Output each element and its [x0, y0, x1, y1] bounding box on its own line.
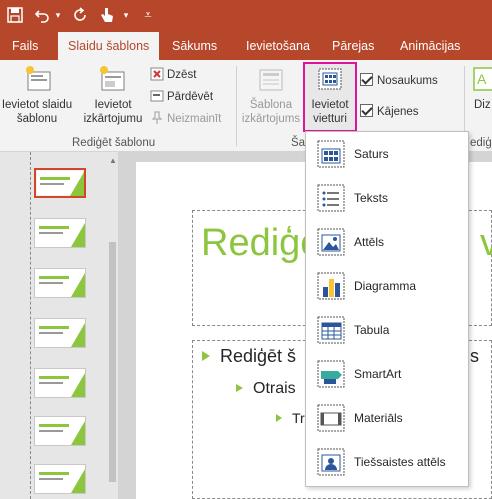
group-label-edit-theme: ediģē	[470, 137, 492, 149]
slide-master-icon	[26, 66, 51, 91]
chart-placeholder-icon	[317, 272, 345, 300]
themes-label: Diz	[474, 99, 491, 111]
menu-item-label: Tabula	[354, 323, 390, 337]
delete-button[interactable]: Dzēst	[150, 66, 196, 84]
master-layout-button[interactable]: Šablona izkārtojums	[240, 64, 302, 126]
ribbon-separator	[236, 66, 237, 146]
undo-dropdown-icon[interactable]: ▾	[52, 4, 64, 26]
layout-icon	[100, 66, 125, 91]
insert-placeholder-label: Ievietot vietturi	[311, 99, 349, 125]
menu-item-content[interactable]: Saturs	[306, 134, 468, 176]
master-layout-icon	[259, 69, 283, 91]
preserve-button[interactable]: Neizmainīt	[150, 110, 221, 128]
checkbox-checked-icon	[360, 73, 373, 86]
menu-item-picture[interactable]: Attēls	[306, 222, 468, 264]
menu-item-label: Materiāls	[354, 411, 403, 425]
menu-item-label: Tiešsaistes attēls	[354, 455, 446, 469]
insert-layout-label: Ievietot izkārtojumu	[83, 99, 143, 125]
slide-thumbnail-master[interactable]	[34, 168, 86, 198]
tab-slide-master[interactable]: Slaidu šablons	[58, 32, 160, 60]
slide-thumbnail[interactable]	[34, 218, 86, 248]
menu-item-table[interactable]: Tabula	[306, 310, 468, 352]
insert-layout-button[interactable]: Ievietot izkārtojumu	[80, 64, 146, 126]
svg-text:A: A	[477, 71, 487, 87]
repeat-icon[interactable]	[70, 4, 90, 26]
insert-placeholder-button[interactable]: Ievietot vietturi	[305, 64, 355, 126]
insert-slide-master-button[interactable]: Ievietot slaidu šablonu	[0, 64, 74, 126]
title-checkbox[interactable]: Nosaukums	[360, 72, 438, 90]
themes-icon: A	[473, 67, 492, 91]
title-checkbox-label: Nosaukums	[377, 75, 438, 87]
slide-thumbnail[interactable]	[34, 368, 86, 398]
placeholder-icon	[318, 68, 342, 90]
undo-icon[interactable]	[32, 4, 52, 26]
menu-item-label: Teksts	[354, 191, 389, 205]
bullet-level-1-tail: s	[470, 346, 479, 366]
menu-item-label: SmartArt	[354, 367, 402, 381]
menu-item-label: Saturs	[354, 147, 389, 161]
menu-item-online-picture[interactable]: Tiešsaistes attēls	[306, 442, 468, 484]
touch-mode-icon[interactable]	[96, 4, 118, 26]
group-label-edit-master: Rediģēt šablonu	[72, 137, 156, 149]
menu-item-label: Diagramma	[354, 279, 417, 293]
media-placeholder-icon	[317, 404, 345, 432]
bullet-level-1: Rediģēt š	[202, 346, 296, 367]
bullet-level-2: Otrais	[236, 380, 296, 398]
bullet-arrow-icon	[236, 384, 243, 392]
save-icon[interactable]	[4, 4, 26, 26]
bullet-arrow-icon	[202, 351, 210, 361]
slide-thumbnail[interactable]	[34, 268, 86, 298]
picture-placeholder-icon	[317, 228, 345, 256]
menu-item-label: Attēls	[354, 235, 385, 249]
slide-thumbnail[interactable]	[34, 416, 86, 446]
bullet-level-3: Tr	[276, 410, 305, 426]
scroll-up-icon[interactable]: ▲	[109, 156, 117, 165]
preserve-label: Neizmainīt	[167, 113, 222, 125]
insert-slide-master-label: Ievietot slaidu šablonu	[1, 99, 73, 125]
footers-checkbox[interactable]: Kājenes	[360, 103, 419, 121]
content-placeholder-icon	[317, 140, 345, 168]
delete-label: Dzēst	[167, 69, 197, 81]
tab-animations[interactable]: Animācijas	[390, 32, 470, 60]
quick-access-toolbar: ▾ ▾ ⩡	[0, 0, 492, 32]
online-picture-placeholder-icon	[317, 448, 345, 476]
ribbon-tabs: Fails Slaidu šablons Sākums Ievietošana …	[0, 32, 492, 60]
thumbnail-scrollbar[interactable]: ▲	[107, 152, 118, 499]
master-layout-label: Šablona izkārtojums	[241, 99, 301, 125]
pin-icon	[150, 111, 164, 125]
delete-icon	[150, 67, 164, 81]
footers-checkbox-label: Kājenes	[377, 106, 419, 118]
tab-insert[interactable]: Ievietošana	[236, 32, 320, 60]
themes-button[interactable]: A Diz	[470, 64, 492, 112]
slide-title-tail: v	[480, 222, 492, 264]
rename-label: Pārdēvēt	[167, 91, 214, 103]
bullet-arrow-icon	[276, 414, 282, 422]
menu-item-chart[interactable]: Diagramma	[306, 266, 468, 308]
menu-item-smartart[interactable]: SmartArt	[306, 354, 468, 396]
master-layout-connector	[30, 152, 31, 499]
insert-placeholder-menu: Saturs Teksts Attēls Diagramma Tabula Sm…	[305, 131, 469, 487]
rename-button[interactable]: Pārdēvēt	[150, 88, 213, 106]
menu-item-text[interactable]: Teksts	[306, 178, 468, 220]
customize-icon[interactable]: ⩡	[138, 4, 158, 26]
text-placeholder-icon	[317, 184, 345, 212]
tab-transitions[interactable]: Pārejas	[322, 32, 384, 60]
slide-thumbnail[interactable]	[34, 464, 86, 494]
menu-item-media[interactable]: Materiāls	[306, 398, 468, 440]
tab-home[interactable]: Sākums	[162, 32, 227, 60]
table-placeholder-icon	[317, 316, 345, 344]
checkbox-checked-icon	[360, 104, 373, 117]
slide-thumbnail[interactable]	[34, 318, 86, 348]
scrollbar-thumb[interactable]	[109, 242, 116, 482]
qat-dropdown-icon[interactable]: ▾	[120, 4, 132, 26]
smartart-placeholder-icon	[317, 360, 345, 388]
rename-icon	[150, 89, 164, 103]
tab-file[interactable]: Fails	[2, 32, 48, 60]
